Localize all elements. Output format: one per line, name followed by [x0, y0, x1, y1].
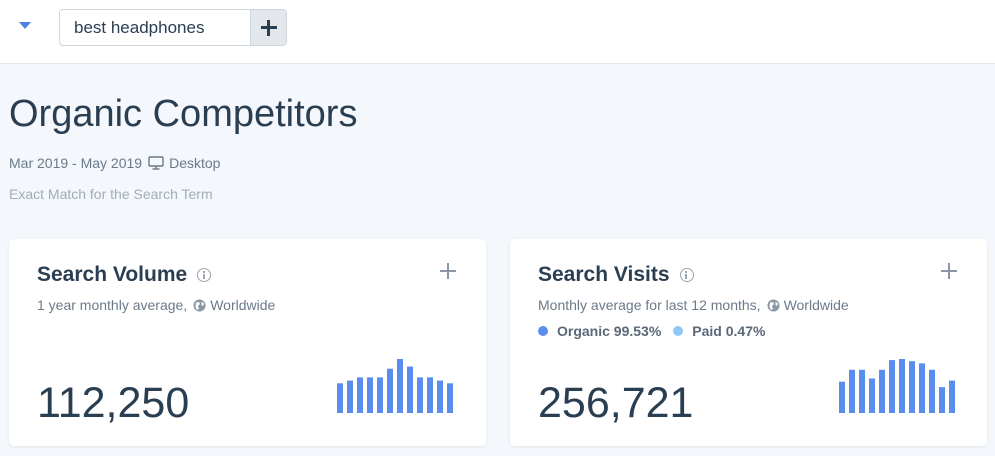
sparkline-bar [447, 383, 453, 413]
card-subtitle: Monthly average for last 12 months, Worl… [538, 297, 849, 313]
card-title: Search Volume [37, 263, 212, 287]
paid-dot-icon [673, 326, 684, 336]
sparkline-bar [437, 380, 443, 413]
search-volume-value: 112,250 [37, 379, 190, 427]
search-volume-sparkline [337, 359, 453, 413]
card-subtitle-text: Monthly average for last 12 months, [538, 297, 761, 313]
sparkline-bar [879, 369, 885, 413]
sparkline-bar [377, 377, 383, 413]
desktop-icon [148, 156, 164, 170]
card-subtitle: 1 year monthly average, Worldwide [37, 297, 275, 313]
globe-icon [767, 299, 780, 311]
plus-icon-stroke [948, 263, 950, 279]
sparkline-bar [869, 378, 875, 413]
search-box [59, 9, 287, 46]
add-widget-button[interactable] [440, 263, 456, 279]
sparkline-bar [407, 366, 413, 413]
search-visits-value: 256,721 [538, 379, 694, 427]
sparkline-bar [859, 369, 865, 413]
card-title: Search Visits [538, 263, 694, 287]
card-subtitle-text: 1 year monthly average, [37, 297, 188, 313]
sparkline-bar [839, 381, 845, 413]
page-subtitle: Exact Match for the Search Term [9, 186, 213, 202]
legend-organic-label: Organic 99.53% [557, 323, 662, 339]
dropdown-caret-icon[interactable] [19, 22, 31, 29]
sparkline-bar [939, 387, 945, 413]
sparkline-bar [347, 380, 353, 413]
add-keyword-button[interactable] [250, 10, 286, 45]
sparkline-bar [357, 377, 363, 413]
legend-paid: Paid 0.47% [673, 323, 765, 339]
search-input[interactable] [60, 10, 250, 45]
sparkline-bar [417, 377, 423, 413]
device-label: Desktop [169, 155, 221, 171]
sparkline-bar [427, 377, 433, 413]
organic-dot-icon [538, 326, 548, 336]
date-device-meta: Mar 2019 - May 2019 Desktop [9, 155, 220, 171]
info-icon[interactable] [197, 268, 212, 282]
region-label: Worldwide [210, 297, 276, 313]
top-bar [0, 0, 995, 64]
sparkline-bar [949, 380, 955, 413]
region-label: Worldwide [783, 297, 849, 313]
sparkline-bar [909, 361, 915, 413]
legend-paid-label: Paid 0.47% [692, 323, 766, 339]
page-title: Organic Competitors [9, 93, 358, 135]
search-visits-sparkline [839, 359, 955, 413]
search-visits-title: Search Visits [538, 263, 670, 286]
sparkline-bar [367, 377, 373, 413]
plus-icon-stroke [267, 20, 270, 36]
date-range: Mar 2019 - May 2019 [9, 155, 143, 171]
add-widget-button[interactable] [941, 263, 957, 279]
plus-icon-stroke [447, 263, 449, 279]
info-icon[interactable] [679, 268, 694, 282]
search-visits-card: Search Visits Monthly average for last 1… [510, 239, 987, 446]
sparkline-bar [929, 369, 935, 413]
search-volume-card: Search Volume 1 year monthly average, Wo… [9, 239, 486, 446]
sparkline-bar [889, 360, 895, 413]
sparkline-bar [899, 359, 905, 413]
traffic-legend: Organic 99.53% Paid 0.47% [538, 323, 777, 339]
sparkline-bar [397, 359, 403, 413]
sparkline-bar [919, 363, 925, 413]
legend-organic: Organic 99.53% [538, 323, 661, 339]
globe-icon [193, 299, 206, 311]
sparkline-bar [337, 383, 343, 413]
sparkline-bar [849, 369, 855, 413]
search-volume-title: Search Volume [37, 263, 188, 286]
sparkline-bar [387, 368, 393, 413]
